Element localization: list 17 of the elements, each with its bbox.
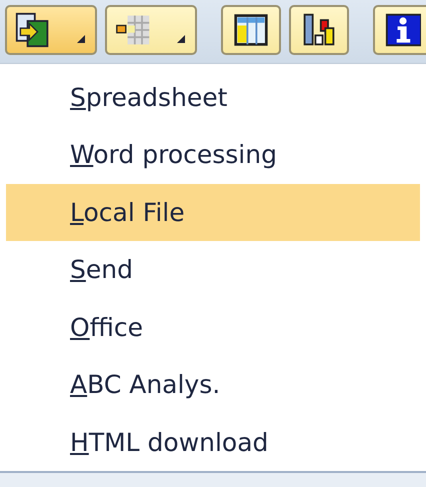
caret-icon (77, 34, 85, 43)
export-icon (15, 12, 51, 48)
toolbar-button[interactable] (289, 4, 349, 55)
bar-chart-icon (301, 12, 337, 48)
menu-item[interactable]: Spreadsheet (6, 68, 420, 126)
menu-item[interactable]: Send (6, 241, 420, 298)
caret-icon (177, 34, 185, 43)
menu-item[interactable]: HTML download (6, 414, 420, 471)
menu-item[interactable]: Office (6, 298, 420, 356)
menu-item[interactable]: Word processing (6, 126, 420, 184)
toolbar-button[interactable] (373, 4, 426, 55)
info-icon (385, 12, 421, 48)
dropdown-button[interactable] (5, 4, 97, 55)
toolbar-button[interactable] (221, 4, 281, 55)
menu-item[interactable]: ABC Analys. (6, 356, 420, 414)
columns-icon (233, 12, 269, 48)
menu-item[interactable]: Local File (6, 184, 420, 241)
